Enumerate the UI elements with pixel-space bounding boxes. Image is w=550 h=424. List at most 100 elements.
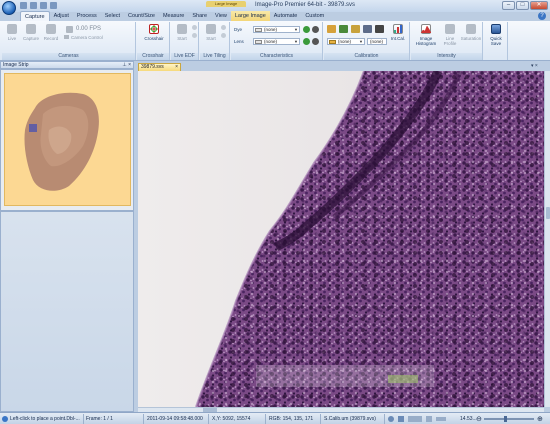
- calibration-settings-icon[interactable]: [375, 25, 384, 33]
- tab-automate[interactable]: Automate: [270, 11, 302, 21]
- image-viewport[interactable]: [138, 71, 544, 407]
- dye-apply-icon[interactable]: [303, 26, 310, 33]
- image-strip-header: Image Strip ⊥ ×: [0, 61, 134, 69]
- live-tiling-group-label: Live Tiling: [200, 53, 229, 60]
- calibration-camera-icon[interactable]: [363, 25, 372, 33]
- app-menu-button[interactable]: [2, 1, 16, 15]
- dye-settings-icon[interactable]: [312, 26, 319, 33]
- edf-option2-icon[interactable]: [192, 33, 197, 38]
- crosshair-icon: [149, 24, 159, 34]
- close-button[interactable]: ✕: [530, 1, 548, 10]
- lens-value: (none): [264, 39, 278, 44]
- status-separator: [384, 414, 385, 424]
- tab-capture[interactable]: Capture: [20, 11, 50, 21]
- edf-option-icon[interactable]: [192, 25, 197, 30]
- camera-control[interactable]: Camera Control: [64, 35, 103, 40]
- crosshair-label: Crosshair: [144, 36, 164, 41]
- help-icon[interactable]: ?: [538, 12, 546, 20]
- calibration-intensity-icon[interactable]: [351, 25, 360, 33]
- calibration-spatial-icon[interactable]: [339, 25, 348, 33]
- zoom-out-icon[interactable]: ⊖: [476, 415, 482, 423]
- zoom-in-icon[interactable]: ⊕: [537, 415, 543, 423]
- quick-save-label: Quick Save: [490, 36, 502, 46]
- close-icon[interactable]: ×: [535, 63, 538, 69]
- capture-label: Capture: [22, 36, 39, 41]
- group-cameras: Live Capture Record 0.00 FPS Camera Cont…: [2, 22, 136, 60]
- window-controls: – □ ✕: [502, 1, 548, 10]
- status-calibration: S.Calib.um (39879.svs): [324, 416, 376, 422]
- status-separator: [83, 414, 84, 424]
- close-icon[interactable]: ×: [175, 64, 178, 71]
- intcal-button[interactable]: Int.Cal.: [388, 24, 408, 41]
- close-icon[interactable]: ×: [128, 62, 131, 68]
- image-histogram-button[interactable]: Image Histogram: [413, 24, 439, 46]
- status-separator: [265, 414, 266, 424]
- chevron-down-icon[interactable]: ▾: [531, 63, 534, 69]
- tab-count-size[interactable]: Count/Size: [124, 11, 159, 21]
- tab-large-image[interactable]: Large Image: [230, 11, 270, 21]
- chevron-down-icon: ▼: [294, 39, 298, 44]
- tab-measure[interactable]: Measure: [159, 11, 188, 21]
- calibration-select-2[interactable]: (none): [367, 38, 387, 45]
- qat-redo-icon[interactable]: [40, 2, 47, 9]
- fps-icon: [66, 26, 73, 33]
- window-title: Image-Pro Premier 64-bit - 39879.svs: [255, 2, 356, 8]
- tab-select[interactable]: Select: [101, 11, 124, 21]
- tiling-option2-icon[interactable]: [221, 33, 226, 38]
- line-profile-button[interactable]: Line Profile: [440, 24, 460, 46]
- quick-access-toolbar: [20, 2, 57, 9]
- cameras-group-label: Cameras: [2, 53, 135, 60]
- image-thumbnail[interactable]: [4, 73, 131, 206]
- intcal-icon: [393, 24, 403, 34]
- qat-dropdown-icon[interactable]: [50, 2, 57, 9]
- lens-settings-icon[interactable]: [312, 38, 319, 45]
- zoom-slider-thumb[interactable]: [504, 416, 507, 422]
- qat-save-icon[interactable]: [20, 2, 27, 9]
- tab-process[interactable]: Process: [73, 11, 101, 21]
- tiling-start-button[interactable]: Start: [203, 24, 219, 41]
- vertical-scrollbar[interactable]: [544, 71, 550, 407]
- mini-slider-icon[interactable]: [436, 417, 446, 421]
- layout-icon[interactable]: [398, 416, 404, 422]
- fit-view-icon[interactable]: [388, 416, 394, 422]
- status-frame: Frame: 1 / 1: [86, 416, 113, 422]
- pin-icon[interactable]: ⊥: [122, 62, 126, 68]
- calibration-select-1[interactable]: (none) ▼: [327, 38, 365, 45]
- status-rgb: RGB: 154, 135, 171: [269, 416, 314, 422]
- record-button[interactable]: Record: [42, 24, 60, 41]
- grid-icon[interactable]: [426, 416, 432, 422]
- quick-save-button[interactable]: Quick Save: [486, 24, 506, 46]
- lens-apply-icon[interactable]: [303, 38, 310, 45]
- lens-select[interactable]: (none) ▼: [253, 38, 300, 45]
- minimize-button[interactable]: –: [502, 1, 515, 10]
- dye-swatch-icon: [255, 28, 262, 32]
- tab-custom[interactable]: Custom: [301, 11, 328, 21]
- edf-start-button[interactable]: Start: [174, 24, 190, 41]
- live-button[interactable]: Live: [5, 24, 19, 41]
- vertical-scroll-thumb[interactable]: [546, 207, 550, 219]
- zoom-value[interactable]: 14.53...: [460, 416, 477, 422]
- zoom-slider[interactable]: [484, 416, 534, 422]
- ribbon-tabs: Capture Adjust Process Select Count/Size…: [0, 10, 550, 21]
- view-pane-controls: ▾ ×: [531, 63, 538, 69]
- tab-view[interactable]: View: [211, 11, 231, 21]
- edf-start-label: Start: [177, 36, 187, 41]
- tiling-start-icon: [206, 24, 216, 34]
- calib2-value: (none): [370, 39, 384, 44]
- document-tab[interactable]: 39879.svs ×: [138, 63, 181, 71]
- dye-select[interactable]: (none) ▼: [253, 26, 300, 33]
- viewport-marker[interactable]: [29, 124, 37, 132]
- tab-share[interactable]: Share: [188, 11, 211, 21]
- tiling-option-icon[interactable]: [221, 25, 226, 30]
- status-hint: Left-click to place a point.Dbl-...: [10, 416, 80, 422]
- view-mode-icon[interactable]: [408, 416, 422, 422]
- tab-adjust[interactable]: Adjust: [50, 11, 73, 21]
- qat-undo-icon[interactable]: [30, 2, 37, 9]
- calibration-ruler-icon[interactable]: [327, 25, 336, 33]
- maximize-button[interactable]: □: [516, 1, 529, 10]
- intcal-label: Int.Cal.: [390, 36, 406, 41]
- capture-button[interactable]: Capture: [21, 24, 41, 41]
- crosshair-button[interactable]: Crosshair: [141, 24, 167, 41]
- saturation-button[interactable]: Saturation: [460, 24, 482, 41]
- calib1-value: (none): [338, 39, 352, 44]
